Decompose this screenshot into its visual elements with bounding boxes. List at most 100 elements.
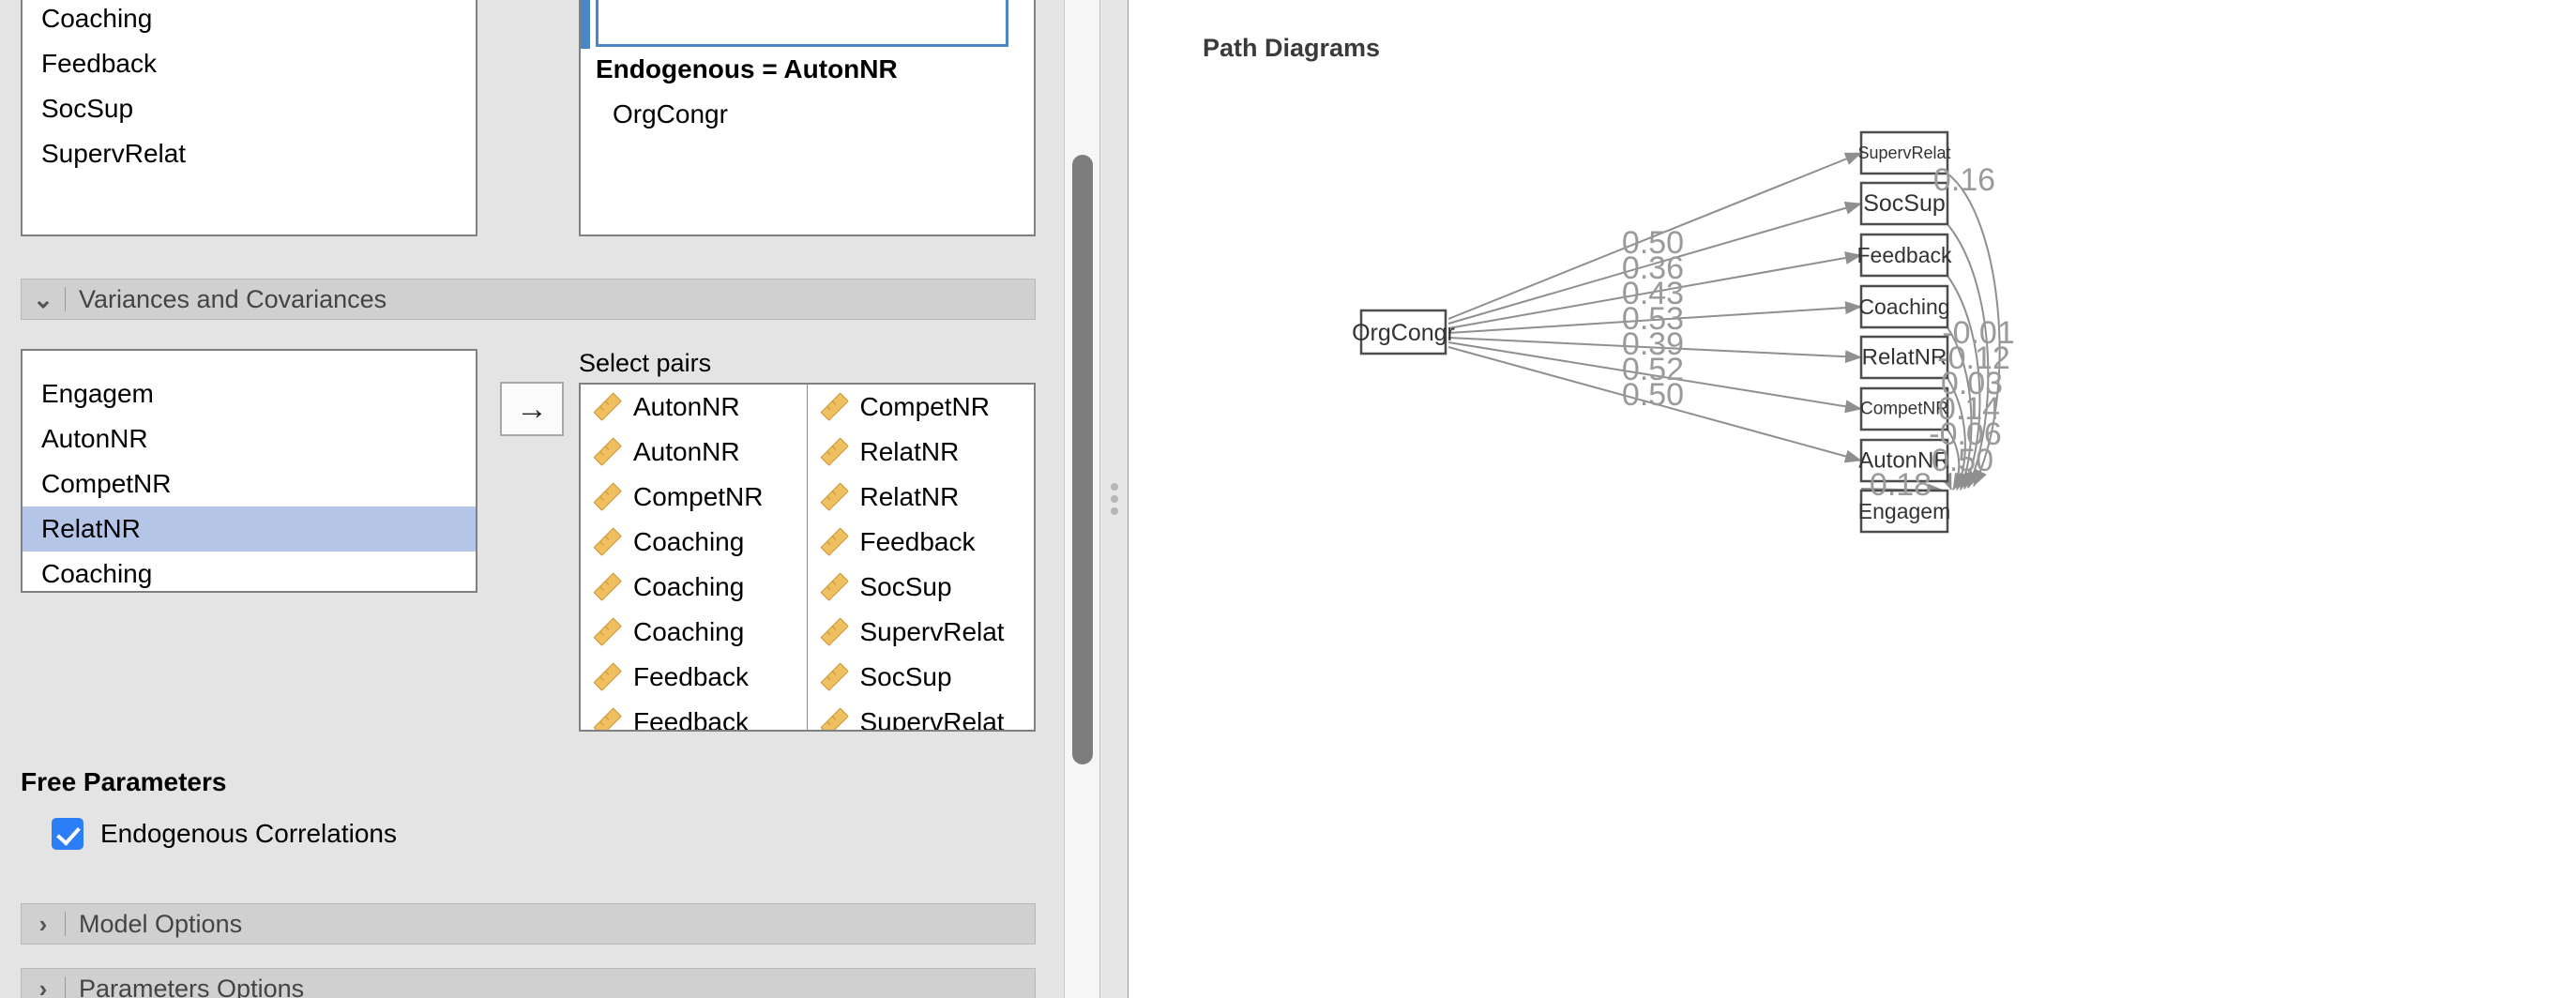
select-pairs-label: Select pairs — [579, 349, 712, 377]
list-item[interactable]: Feedback — [581, 700, 807, 730]
endogenous-variables-list[interactable]: RelatNR Coaching Feedback SocSup SupervR… — [21, 0, 477, 236]
pair-variable-label: CompetNR — [633, 482, 764, 511]
ruler-icon — [588, 567, 628, 607]
list-item[interactable]: Feedback — [808, 520, 1035, 565]
list-item-partial[interactable] — [23, 351, 476, 371]
list-item[interactable]: Coaching — [23, 0, 476, 41]
ruler-icon — [588, 432, 628, 472]
list-item[interactable]: CompetNR — [808, 385, 1035, 430]
node-coaching[interactable]: Coaching — [1858, 284, 1950, 329]
panel-splitter[interactable] — [1099, 0, 1129, 998]
list-item[interactable]: Feedback — [23, 41, 476, 86]
pair-variable-label: AutonNR — [633, 392, 740, 421]
list-item[interactable]: AutonNR — [581, 385, 807, 430]
endogenous-correlations-checkbox-row[interactable]: Endogenous Correlations — [52, 818, 397, 850]
options-panel-scrollbar[interactable] — [1064, 0, 1099, 998]
list-item[interactable]: AutonNR — [23, 416, 476, 461]
correlation-estimate-label: 0.50 — [1932, 443, 1993, 478]
endogenous-correlations-label: Endogenous Correlations — [100, 819, 397, 848]
pair-variable-label: AutonNR — [633, 437, 740, 466]
pair-variable-label: Coaching — [633, 572, 745, 601]
divider — [65, 287, 66, 311]
pair-variable-label: Feedback — [633, 662, 749, 691]
section-header-model-options[interactable]: › Model Options — [21, 903, 1036, 945]
pair-variable-label: SocSup — [859, 662, 952, 691]
section-title: Parameters Options — [79, 974, 305, 998]
list-item-selected[interactable]: RelatNR — [23, 507, 476, 552]
list-item[interactable]: SupervRelat — [808, 700, 1035, 730]
ruler-icon — [588, 658, 628, 697]
list-item[interactable]: Coaching — [581, 565, 807, 610]
endogenous-blocks-panel: Coaching Feedback SocSup SupervRelat End… — [579, 0, 1036, 236]
ruler-icon — [814, 522, 854, 562]
application-window: RelatNR Coaching Feedback SocSup SupervR… — [0, 0, 2576, 998]
node-orgcongr[interactable]: OrgCongr — [1352, 309, 1455, 355]
pair-variable-label: SupervRelat — [859, 617, 1005, 646]
ruler-icon — [588, 612, 628, 652]
chevron-right-icon: › — [38, 910, 48, 938]
pair-variable-label: RelatNR — [859, 482, 960, 511]
node-label: SupervRelat — [1857, 144, 1950, 162]
path-coefficient-labels: 0.50 0.36 0.43 0.53 0.39 0.52 0.50 — [1622, 225, 1684, 413]
ruler-icon — [588, 703, 628, 730]
analysis-options-panel: RelatNR Coaching Feedback SocSup SupervR… — [0, 0, 1064, 998]
active-block-accent-bar — [581, 0, 590, 49]
chevron-right-icon: › — [38, 975, 48, 998]
pair-variable-label: Feedback — [859, 527, 976, 556]
endogenous-block-predictor[interactable]: OrgCongr — [613, 99, 728, 129]
divider — [65, 976, 66, 998]
add-pair-button[interactable]: → — [500, 382, 564, 436]
section-header-variances-covariances[interactable]: ⌄ Variances and Covariances — [21, 279, 1036, 320]
ruler-icon — [588, 522, 628, 562]
node-label: Coaching — [1858, 295, 1949, 319]
divider — [65, 912, 66, 936]
path-diagram: OrgCongr SupervRelat SocSup Feedback Coa… — [1352, 130, 2015, 534]
select-pairs-left-column: AutonNR AutonNR CompetNR Coaching Coachi… — [581, 385, 808, 730]
list-item[interactable]: AutonNR — [581, 430, 807, 475]
select-pairs-right-column: CompetNR RelatNR RelatNR Feedback SocSup — [808, 385, 1035, 730]
list-item[interactable]: Coaching — [23, 552, 476, 591]
list-item[interactable]: RelatNR — [808, 475, 1035, 520]
ruler-icon — [588, 477, 628, 517]
pair-variable-label: Coaching — [633, 617, 745, 646]
list-item[interactable]: CompetNR — [581, 475, 807, 520]
arrow-right-icon: → — [516, 391, 548, 427]
node-relatnr[interactable]: RelatNR — [1859, 335, 1949, 380]
ruler-icon — [814, 658, 854, 697]
pair-variable-label: Feedback — [633, 707, 749, 730]
pair-variable-label: CompetNR — [859, 392, 990, 421]
free-parameters-title: Free Parameters — [21, 767, 227, 796]
results-panel: Path Diagrams OrgCongr SupervRelat SocSu… — [1129, 0, 2576, 998]
correlation-estimate-label: 0.16 — [1933, 162, 1995, 198]
select-pairs-list[interactable]: AutonNR AutonNR CompetNR Coaching Coachi… — [579, 383, 1036, 732]
ruler-icon — [588, 387, 628, 427]
scrollbar-thumb[interactable] — [1072, 155, 1093, 764]
list-item[interactable]: SocSup — [808, 655, 1035, 700]
ruler-icon — [814, 432, 854, 472]
node-label: RelatNR — [1862, 345, 1947, 370]
node-label: Feedback — [1856, 243, 1952, 267]
section-title: Variances and Covariances — [79, 284, 387, 313]
list-item[interactable]: SocSup — [23, 86, 476, 131]
list-item[interactable]: RelatNR — [808, 430, 1035, 475]
ruler-icon — [814, 567, 854, 607]
list-item[interactable]: SocSup — [808, 565, 1035, 610]
varcov-source-variables-list[interactable]: Engagem AutonNR CompetNR RelatNR Coachin… — [21, 349, 477, 593]
section-header-parameters-options[interactable]: › Parameters Options — [21, 968, 1036, 998]
list-item[interactable]: Coaching — [581, 610, 807, 655]
list-item[interactable]: CompetNR — [23, 461, 476, 507]
pair-variable-label: SocSup — [859, 572, 952, 601]
section-title: Model Options — [79, 909, 243, 938]
pair-variable-label: Coaching — [633, 527, 745, 556]
list-item[interactable]: SupervRelat — [23, 131, 476, 176]
list-item[interactable]: Coaching — [581, 520, 807, 565]
node-feedback[interactable]: Feedback — [1856, 233, 1952, 278]
pair-variable-label: SupervRelat — [859, 707, 1005, 730]
checkbox-checked-icon[interactable] — [52, 818, 83, 850]
active-endogenous-block-list[interactable]: Coaching Feedback SocSup SupervRelat — [596, 0, 1008, 47]
splitter-handle-icon[interactable] — [1110, 483, 1118, 515]
list-item[interactable]: SupervRelat — [808, 610, 1035, 655]
list-item[interactable]: Feedback — [581, 655, 807, 700]
list-item[interactable]: Engagem — [23, 371, 476, 416]
chevron-down-icon: ⌄ — [33, 285, 53, 313]
